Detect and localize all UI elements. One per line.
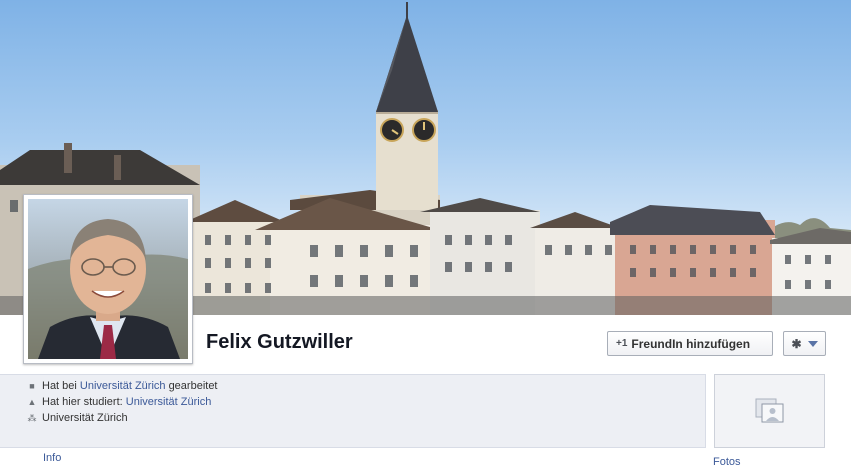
add-friend-icon: +1: [616, 338, 628, 349]
study-link[interactable]: Universität Zürich: [126, 396, 212, 408]
network-label: Universität Zürich: [42, 412, 128, 424]
caret-down-icon: [807, 340, 818, 347]
tab-info[interactable]: Info: [43, 452, 61, 464]
profile-photo-image: [28, 199, 188, 359]
work-link[interactable]: Universität Zürich: [80, 380, 166, 392]
settings-dropdown-button[interactable]: ✱: [783, 331, 826, 356]
network-icon: ⁂: [27, 412, 37, 423]
network-info: ⁂ Universität Zürich: [26, 412, 128, 424]
add-friend-button[interactable]: +1 FreundIn hinzufügen: [607, 331, 773, 356]
photos-icon: [755, 398, 783, 423]
work-prefix: Hat bei: [42, 380, 77, 392]
photos-tile[interactable]: [714, 374, 825, 448]
add-friend-label: FreundIn hinzufügen: [631, 336, 751, 351]
profile-picture[interactable]: [23, 194, 193, 364]
work-info: ■ Hat bei Universität Zürich gearbeitet: [26, 380, 218, 392]
education-info: ▲ Hat hier studiert: Universität Zürich: [26, 396, 212, 408]
work-suffix: gearbeitet: [168, 380, 218, 392]
profile-name[interactable]: Felix Gutzwiller: [206, 331, 353, 354]
tab-photos[interactable]: Fotos: [713, 456, 741, 468]
briefcase-icon: ■: [29, 381, 35, 391]
study-prefix: Hat hier studiert:: [42, 396, 123, 408]
graduation-cap-icon: ▲: [27, 397, 37, 407]
gear-icon: ✱: [791, 336, 802, 351]
